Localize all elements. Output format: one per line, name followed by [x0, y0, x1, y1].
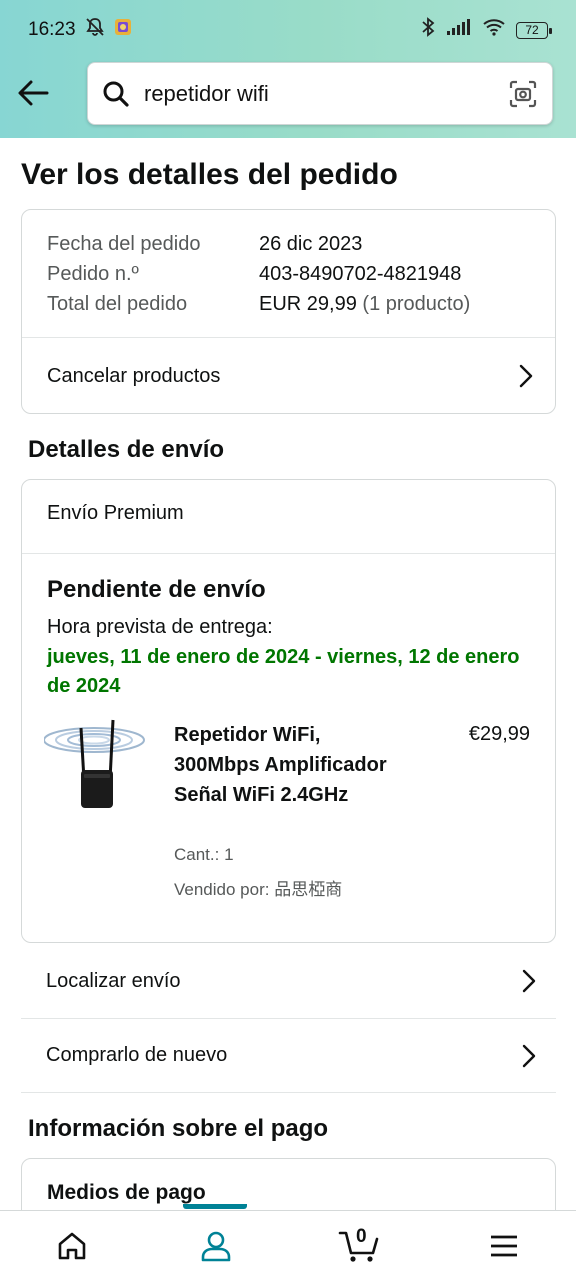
product-price: €29,99 [468, 723, 530, 745]
order-total-value: EUR 29,99 [259, 293, 357, 315]
account-icon [201, 1231, 231, 1261]
payment-methods-label: Medios de pago [47, 1181, 206, 1204]
delivery-eta-value: jueves, 11 de enero de 2024 - viernes, 1… [47, 646, 520, 697]
page-title: Ver los detalles del pedido [21, 158, 398, 191]
order-summary-card: Fecha del pedido 26 dic 2023 Pedido n.º 40… [21, 209, 556, 414]
order-total-row: Total del pedido EUR 29,99 (1 producto) [47, 289, 470, 319]
back-button[interactable] [14, 74, 52, 112]
product-title[interactable]: Repetidor WiFi, 300Mbps Amplificador Señ… [174, 720, 399, 810]
track-shipment-label: Localizar envío [46, 969, 181, 992]
order-number-label: Pedido n.º [47, 263, 139, 285]
nav-home[interactable] [37, 1216, 107, 1276]
status-bar: 16:23 72 [0, 0, 576, 60]
cancel-products-label: Cancelar productos [47, 364, 221, 387]
shipment-card: Envío Premium Pendiente de envío Hora pr… [21, 479, 556, 943]
order-date-label: Fecha del pedido [47, 233, 201, 255]
order-number-value: 403-8490702-4821948 [259, 263, 462, 285]
shipment-status: Pendiente de envío [47, 576, 266, 603]
shipping-type: Envío Premium [47, 502, 184, 524]
product-quantity: Cant.: 1 [174, 845, 234, 864]
camera-scan-icon[interactable] [508, 79, 538, 109]
buy-again-link[interactable]: Comprarlo de nuevo [21, 1019, 556, 1092]
bottom-navigation: 0 [0, 1203, 576, 1280]
search-query: repetidor wifi [144, 80, 269, 106]
cancel-products-link[interactable]: Cancelar productos [22, 338, 555, 414]
order-date-value: 26 dic 2023 [259, 233, 363, 255]
search-icon [103, 81, 129, 107]
order-date-row: Fecha del pedido 26 dic 2023 [47, 229, 362, 259]
order-number-row: Pedido n.º 403-8490702-4821948 [47, 259, 461, 289]
nav-account[interactable] [181, 1203, 251, 1276]
battery-icon: 72 [516, 21, 552, 39]
status-time: 16:23 [28, 19, 76, 40]
nav-cart[interactable]: 0 [325, 1216, 395, 1276]
buy-again-label: Comprarlo de nuevo [46, 1044, 228, 1066]
mute-icon [84, 17, 106, 43]
wifi-icon [482, 18, 506, 42]
cart-count-badge: 0 [356, 1225, 367, 1247]
arrow-left-icon [18, 80, 49, 106]
product-image[interactable] [43, 718, 154, 818]
search-input[interactable]: repetidor wifi [87, 62, 553, 125]
shipping-section-title: Detalles de envío [28, 436, 225, 463]
order-total-label: Total del pedido [47, 293, 188, 315]
chevron-right-icon [522, 969, 536, 993]
home-icon [58, 1232, 86, 1259]
divider [21, 1092, 556, 1093]
divider [22, 553, 555, 554]
delivery-eta-label: Hora prevista de entrega: [47, 616, 273, 638]
menu-icon [491, 1235, 517, 1256]
notification-app-icon [114, 18, 132, 42]
payment-section-title: Información sobre el pago [28, 1115, 329, 1142]
order-total-count: (1 producto) [362, 293, 471, 315]
chevron-right-icon [522, 1044, 536, 1067]
active-tab-indicator [183, 1203, 247, 1209]
track-shipment-link[interactable]: Localizar envío [21, 944, 556, 1018]
signal-icon [446, 18, 472, 42]
chevron-right-icon [519, 364, 533, 388]
product-seller: Vendido por: 品思椏商 [174, 880, 343, 899]
bluetooth-icon [420, 17, 436, 43]
nav-menu[interactable] [469, 1216, 539, 1276]
